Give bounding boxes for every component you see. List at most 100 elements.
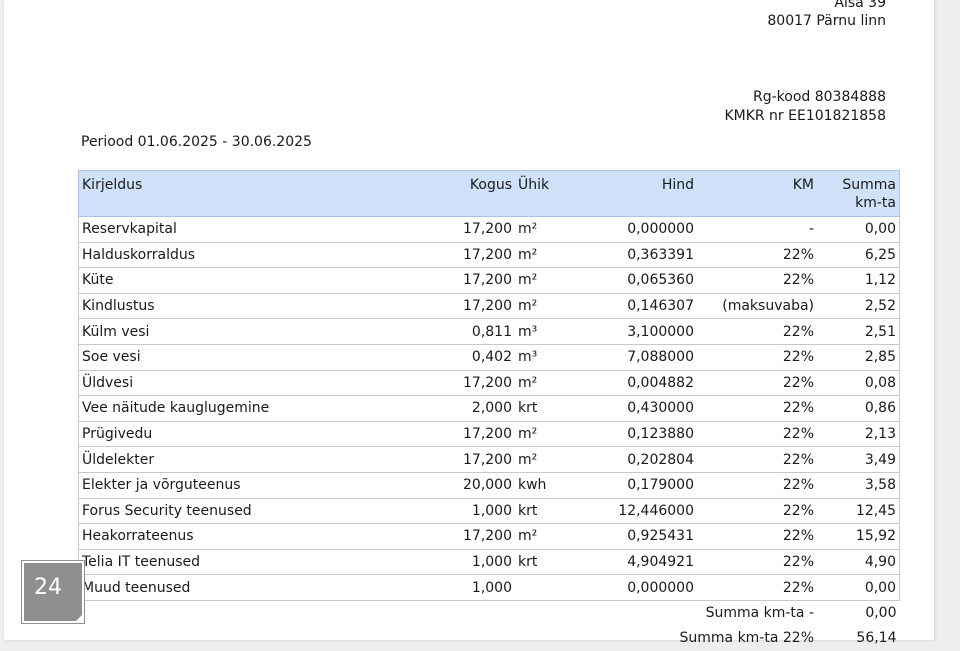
cell-description: Külm vesi [78, 318, 415, 345]
cell-sum: 2,85 [817, 344, 900, 371]
cell-sum: 2,13 [817, 421, 900, 448]
cell-quantity: 17,200 [415, 216, 515, 243]
cell-description: Muud teenused [78, 574, 415, 601]
page-number: 24 [34, 575, 62, 600]
cell-unit: m² [515, 242, 573, 269]
cell-vat: 22% [697, 267, 817, 294]
cell-price: 0,363391 [573, 242, 697, 269]
cell-vat: 22% [697, 395, 817, 422]
cell-description: Vee näitude kauglugemine [78, 395, 415, 422]
cell-unit: m² [515, 421, 573, 448]
page-number-badge: 24 [22, 561, 84, 623]
cell-description: Üldelekter [78, 446, 415, 473]
cell-description: Halduskorraldus [78, 242, 415, 269]
billing-period: Periood 01.06.2025 - 30.06.2025 [81, 134, 312, 150]
total-row: Summa km-ta 22% 56,14 [79, 626, 900, 651]
table-row: Prügivedu 17,200 m² 0,123880 22% 2,13 [78, 421, 900, 448]
table-row: Forus Security teenused 1,000 krt 12,446000… [78, 498, 900, 525]
cell-price: 3,100000 [573, 318, 697, 345]
cell-quantity: 17,200 [415, 421, 515, 448]
cell-price: 0,004882 [573, 370, 697, 397]
cell-price: 0,000000 [573, 574, 697, 601]
cell-description: Elekter ja võrguteenus [78, 472, 415, 499]
cell-vat: (maksuvaba) [697, 293, 817, 320]
cell-quantity: 17,200 [415, 446, 515, 473]
cell-vat: 22% [697, 574, 817, 601]
cell-price: 12,446000 [573, 498, 697, 525]
cell-price: 0,000000 [573, 216, 697, 243]
cell-sum: 3,49 [817, 446, 900, 473]
cell-unit: m² [515, 293, 573, 320]
cell-quantity: 17,200 [415, 242, 515, 269]
table-row: Halduskorraldus 17,200 m² 0,363391 22% 6,25 [78, 242, 900, 269]
address-city: 80017 Pärnu linn [767, 13, 886, 29]
cell-unit: krt [515, 395, 573, 422]
vat-number: KMKR nr EE101821858 [724, 108, 886, 124]
cell-vat: 22% [697, 344, 817, 371]
total-value: 0,00 [865, 604, 897, 621]
cell-price: 7,088000 [573, 344, 697, 371]
cell-description: Forus Security teenused [78, 498, 415, 525]
total-label: Summa km-ta - [705, 604, 814, 621]
cell-sum: 6,25 [817, 242, 900, 269]
total-value: 56,14 [856, 629, 897, 646]
table-row: Telia IT teenused 1,000 krt 4,904921 22% 4,90 [78, 549, 900, 576]
header-vat: KM [697, 170, 817, 217]
table-row: Soe vesi 0,402 m³ 7,088000 22% 2,85 [78, 344, 900, 371]
cell-quantity: 1,000 [415, 574, 515, 601]
cell-price: 0,123880 [573, 421, 697, 448]
table-body: Reservkapital 17,200 m² 0,000000-0,00 Haldus… [78, 216, 900, 601]
cell-sum: 2,51 [817, 318, 900, 345]
cell-vat: 22% [697, 446, 817, 473]
cell-description: Soe vesi [78, 344, 415, 371]
cell-quantity: 17,200 [415, 293, 515, 320]
cell-quantity: 2,000 [415, 395, 515, 422]
cell-description: Küte [78, 267, 415, 294]
cell-description: Reservkapital [78, 216, 415, 243]
cell-vat: 22% [697, 242, 817, 269]
totals-body: Summa km-ta - 0,00 Summa km-ta 22% 56,14 [79, 600, 900, 651]
cell-sum: 15,92 [817, 523, 900, 550]
cell-vat: - [697, 216, 817, 243]
cell-unit: m² [515, 216, 573, 243]
total-label: Summa km-ta 22% [679, 629, 815, 646]
cell-quantity: 17,200 [415, 523, 515, 550]
cell-sum: 2,52 [817, 293, 900, 320]
invoice-page: Aisa 39 80017 Pärnu linn Rg-kood 8038488… [4, 0, 934, 646]
cell-sum: 12,45 [817, 498, 900, 525]
header-sum: Summa km-ta [817, 170, 900, 217]
cell-quantity: 0,402 [415, 344, 515, 371]
cell-price: 0,430000 [573, 395, 697, 422]
table-row: Üldvesi 17,200 m² 0,004882 22% 0,08 [78, 370, 900, 397]
cell-unit: m³ [515, 318, 573, 345]
cell-unit: m² [515, 523, 573, 550]
cell-quantity: 1,000 [415, 498, 515, 525]
cell-sum: 1,12 [817, 267, 900, 294]
cell-unit: kwh [515, 472, 573, 499]
table-header-row: Kirjeldus Kogus Ühik Hind KM Summa km-ta [78, 170, 900, 217]
cell-unit [515, 574, 573, 601]
cell-description: Telia IT teenused [78, 549, 415, 576]
cell-description: Kindlustus [78, 293, 415, 320]
header-price: Hind [573, 170, 697, 217]
cell-quantity: 1,000 [415, 549, 515, 576]
cell-vat: 22% [697, 370, 817, 397]
invoice-items-table: Kirjeldus Kogus Ühik Hind KM Summa km-ta… [78, 170, 900, 651]
cell-description: Heakorrateenus [78, 523, 415, 550]
cell-unit: m³ [515, 344, 573, 371]
cell-description: Üldvesi [78, 370, 415, 397]
cell-unit: krt [515, 498, 573, 525]
cell-quantity: 0,811 [415, 318, 515, 345]
cell-price: 0,202804 [573, 446, 697, 473]
cell-vat: 22% [697, 472, 817, 499]
cell-vat: 22% [697, 498, 817, 525]
cell-quantity: 17,200 [415, 370, 515, 397]
cell-price: 0,146307 [573, 293, 697, 320]
table-row: Vee näitude kauglugemine 2,000 krt 0,430000… [78, 395, 900, 422]
cell-price: 0,065360 [573, 267, 697, 294]
cell-unit: m² [515, 446, 573, 473]
total-row: Summa km-ta - 0,00 [79, 600, 900, 626]
cell-quantity: 20,000 [415, 472, 515, 499]
cell-sum: 0,08 [817, 370, 900, 397]
cell-sum: 0,00 [817, 216, 900, 243]
